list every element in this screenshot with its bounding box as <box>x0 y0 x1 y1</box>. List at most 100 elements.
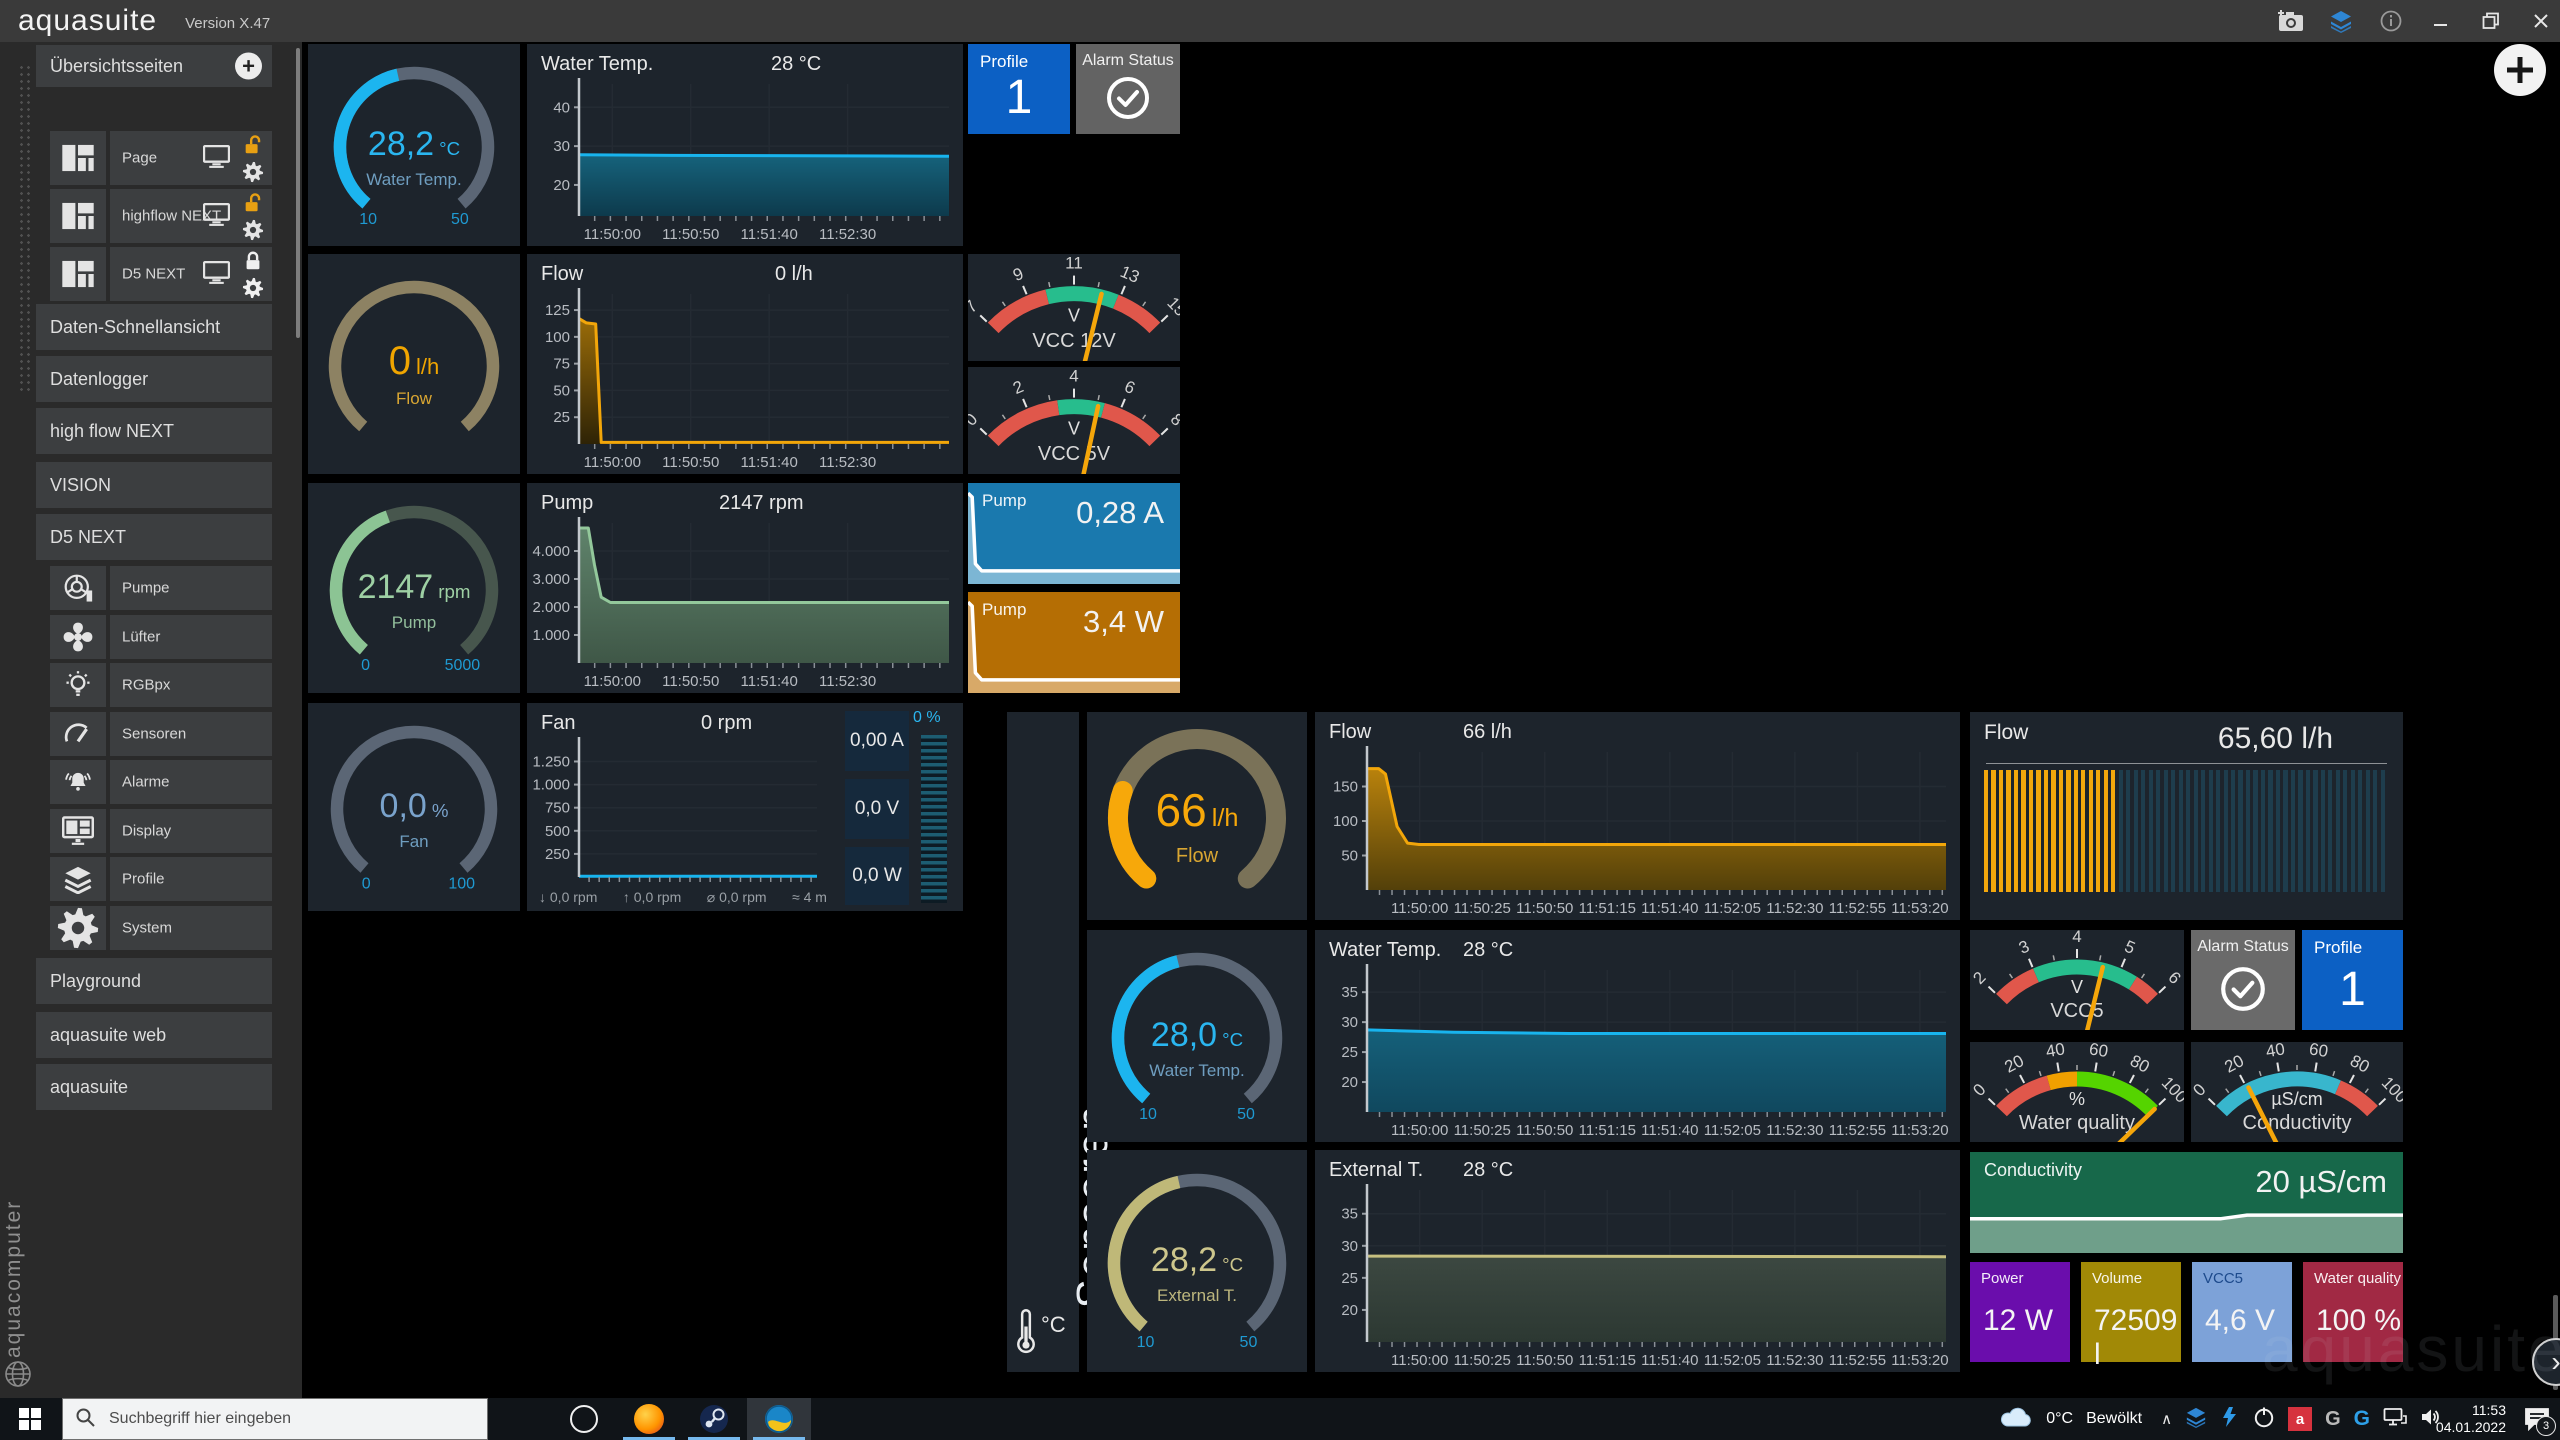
bulb-icon <box>50 663 106 707</box>
svg-text:0,0%: 0,0% <box>380 787 449 825</box>
svg-text:11:51:40: 11:51:40 <box>1641 1352 1698 1369</box>
taskbar-search[interactable] <box>62 1398 488 1440</box>
start-button[interactable] <box>0 1398 60 1440</box>
aquacomputer-vertical-brand: aquacomputer <box>2 1108 26 1358</box>
svg-text:5: 5 <box>2122 937 2138 958</box>
svg-text:11:51:40: 11:51:40 <box>1641 1122 1698 1139</box>
svg-text:11:50:50: 11:50:50 <box>1516 1122 1573 1139</box>
svg-text:11:52:30: 11:52:30 <box>1766 900 1823 917</box>
sensoren-section-strip: Sensoren °C <box>1007 712 1079 1372</box>
restore-button[interactable] <box>2478 8 2504 34</box>
lock-icon[interactable] <box>242 134 264 161</box>
sidebar-section-high-flow-next[interactable]: high flow NEXT <box>36 408 272 454</box>
action-center-button[interactable]: 3 <box>2524 1398 2550 1440</box>
external-temp-gauge-tile: 28,2°CExternal T.1050 <box>1087 1150 1307 1372</box>
globe-icon[interactable] <box>4 1360 32 1393</box>
lock-icon[interactable] <box>242 250 264 277</box>
svg-text:11:51:15: 11:51:15 <box>1579 1122 1636 1139</box>
external-temp-chart-tile: External T.28 °C 11:50:0011:50:2511:50:5… <box>1315 1150 1960 1372</box>
svg-text:50: 50 <box>1240 1334 1258 1351</box>
svg-text:11:50:25: 11:50:25 <box>1454 1352 1511 1369</box>
tray-aquasuite-icon[interactable] <box>2185 1406 2207 1433</box>
minimize-button[interactable] <box>2428 8 2454 34</box>
flow66-gauge-tile: 66l/hFlow <box>1087 712 1307 920</box>
svg-text:100: 100 <box>1333 813 1358 830</box>
svg-text:11:52:05: 11:52:05 <box>1704 1122 1761 1139</box>
svg-text:11:53:20: 11:53:20 <box>1891 1122 1948 1139</box>
fan-icon <box>50 615 106 659</box>
svg-text:150: 150 <box>1333 779 1358 796</box>
weather-condition[interactable]: Bewölkt <box>2086 1410 2142 1428</box>
weather-cloud-icon[interactable] <box>1999 1405 2033 1434</box>
tray-logitech-icon[interactable]: G <box>2325 1408 2341 1431</box>
tray-network-icon[interactable] <box>2383 1407 2407 1432</box>
svg-text:11:50:00: 11:50:00 <box>584 454 641 471</box>
firefox-icon[interactable] <box>617 1398 681 1440</box>
fan-percent-bar <box>921 735 947 903</box>
pump-current-tile: Pump 0,28 A <box>968 483 1180 584</box>
svg-text:11:53:20: 11:53:20 <box>1891 1352 1948 1369</box>
info-icon[interactable] <box>2378 8 2404 34</box>
svg-text:11:50:50: 11:50:50 <box>662 454 719 471</box>
gear-icon <box>50 906 106 950</box>
svg-text:3.000: 3.000 <box>532 571 570 588</box>
search-input[interactable] <box>107 1409 451 1429</box>
tray-bolt-icon[interactable] <box>2220 1406 2240 1433</box>
sidebar-overview-header: Übersichtsseiten + <box>36 45 272 87</box>
gear-icon[interactable] <box>242 277 264 299</box>
svg-text:20: 20 <box>2221 1051 2247 1077</box>
sidebar-section-playground[interactable]: Playground <box>36 958 272 1004</box>
sidebar-section-d5-next[interactable]: D5 NEXT <box>36 514 272 560</box>
pump-icon <box>50 566 106 610</box>
aquasuite-taskbar-icon[interactable] <box>747 1398 811 1440</box>
monitor-icon[interactable] <box>203 261 230 289</box>
lock-icon[interactable] <box>242 192 264 219</box>
water-temp-sens-chart-tile: Water Temp.28 °C 11:50:0011:50:2511:50:5… <box>1315 930 1960 1142</box>
svg-text:11:50:00: 11:50:00 <box>1391 1352 1448 1369</box>
gear-icon[interactable] <box>242 219 264 241</box>
svg-text:Water quality: Water quality <box>2019 1112 2135 1134</box>
cortana-button[interactable] <box>552 1398 616 1440</box>
add-widget-button[interactable] <box>2494 44 2546 96</box>
alarm-status-tile: Alarm Status <box>1076 44 1180 134</box>
svg-text:125: 125 <box>545 302 570 319</box>
svg-text:80: 80 <box>2347 1051 2373 1077</box>
close-button[interactable] <box>2528 8 2554 34</box>
sidebar-scrollbar[interactable] <box>296 48 300 338</box>
separator <box>1986 763 2387 764</box>
sidebar-section-aquasuite-web[interactable]: aquasuite web <box>36 1012 272 1058</box>
svg-text:11:50:25: 11:50:25 <box>1454 1122 1511 1139</box>
flow-bar-tile: Flow 65,60 l/h <box>1970 712 2403 920</box>
svg-text:Fan: Fan <box>399 832 428 851</box>
search-icon <box>75 1407 95 1432</box>
sidebar-section-vision[interactable]: VISION <box>36 462 272 508</box>
page-grid-icon <box>50 189 106 243</box>
tray-radeon-icon[interactable]: a <box>2288 1407 2312 1431</box>
svg-text:VCC 5V: VCC 5V <box>1038 443 1111 465</box>
sidebar-section-datenlogger[interactable]: Datenlogger <box>36 356 272 402</box>
monitor-icon[interactable] <box>203 145 230 173</box>
tray-power-icon[interactable] <box>2253 1406 2275 1433</box>
svg-text:VCC 12V: VCC 12V <box>1032 330 1116 352</box>
svg-text:0: 0 <box>1970 1080 1990 1100</box>
fan-voltage-box: 0,0 V <box>845 779 909 839</box>
overlay-layers-icon[interactable] <box>2328 8 2354 34</box>
add-page-button[interactable]: + <box>235 53 262 80</box>
gear-icon[interactable] <box>242 161 264 183</box>
svg-text:28,2°C: 28,2°C <box>368 125 460 163</box>
monitor-icon[interactable] <box>203 203 230 231</box>
svg-text:1.000: 1.000 <box>532 627 570 644</box>
steam-icon[interactable] <box>682 1398 746 1440</box>
weather-temp[interactable]: 0°C <box>2046 1410 2073 1428</box>
screenshot-camera-icon[interactable] <box>2278 8 2304 34</box>
taskbar-clock[interactable]: 11:53 04.01.2022 <box>2436 1398 2506 1440</box>
tray-chevron-icon[interactable]: ∧ <box>2161 1410 2172 1428</box>
vcc5-gauge-tile: 02468VVCC 5V <box>968 367 1180 474</box>
svg-text:25: 25 <box>553 409 570 426</box>
sidebar-section-aquasuite[interactable]: aquasuite <box>36 1064 272 1110</box>
tray-logitech-ghub-icon[interactable]: G <box>2354 1407 2370 1431</box>
sidebar-section-daten-schnellansicht[interactable]: Daten-Schnellansicht <box>36 304 272 350</box>
sensoren-unit-label: °C <box>1041 1312 1066 1338</box>
svg-text:35: 35 <box>1341 984 1358 1001</box>
flow-gauge-tile: 0l/hFlow <box>308 254 520 474</box>
